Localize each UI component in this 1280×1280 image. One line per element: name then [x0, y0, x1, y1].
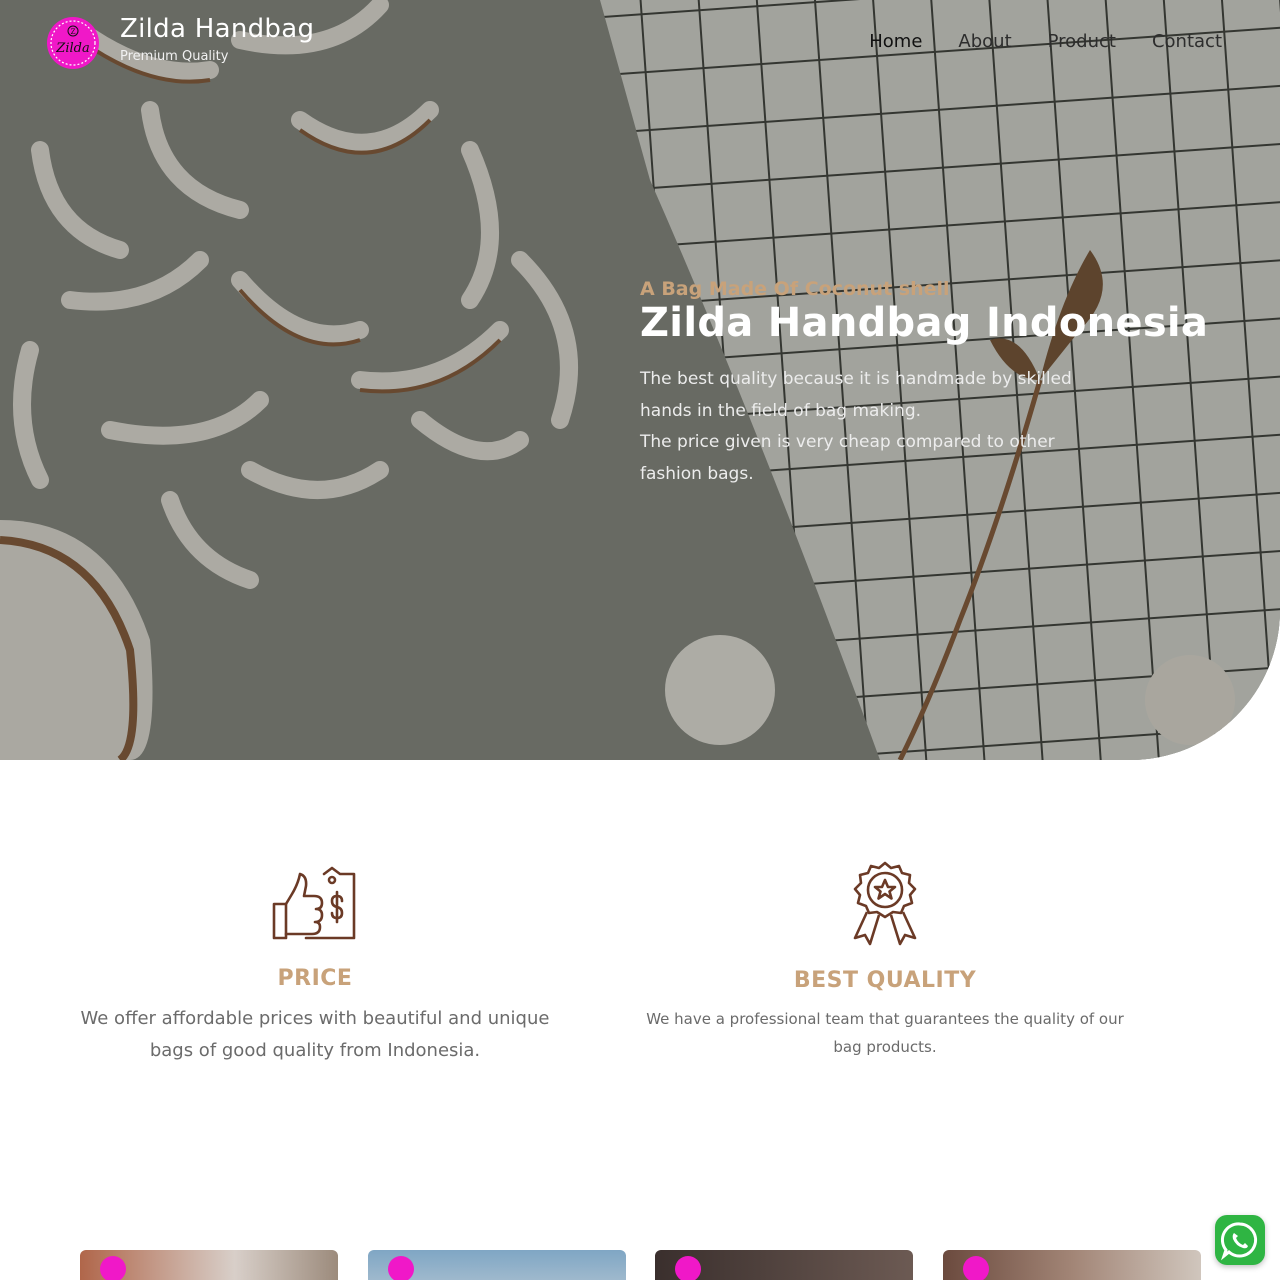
award-badge-icon	[853, 861, 917, 946]
hero-title: Zilda Handbag Indonesia	[640, 300, 1209, 346]
zilda-logo[interactable]: Z Zilda	[46, 16, 100, 70]
whatsapp-icon	[1220, 1222, 1258, 1261]
product-card[interactable]	[368, 1250, 626, 1280]
zilda-logo	[388, 1256, 414, 1280]
feature-text: We have a professional team that guarant…	[646, 1010, 1124, 1056]
nav-home[interactable]: Home	[869, 31, 922, 52]
svg-text:Z: Z	[71, 28, 76, 36]
feature-price: PRICE We offer affordable prices with be…	[80, 860, 550, 1067]
hero-description-line: The price given is very cheap compared t…	[640, 432, 1055, 484]
nav-contact[interactable]: Contact	[1152, 31, 1222, 52]
hero-kicker: A Bag Made Of Coconut shell	[640, 278, 950, 300]
brand-subtitle: Premium Quality	[120, 49, 229, 64]
feature-title: BEST QUALITY	[793, 968, 977, 993]
feature-title: PRICE	[277, 966, 353, 991]
feature-best-quality: BEST QUALITY We have a professional team…	[640, 860, 1130, 1061]
product-card[interactable]	[943, 1250, 1201, 1280]
svg-text:Zilda: Zilda	[55, 41, 89, 56]
product-card[interactable]	[655, 1250, 913, 1280]
feature-text: We offer affordable prices with beautifu…	[80, 1008, 550, 1061]
hero-description-line: The best quality because it is handmade …	[640, 369, 1072, 421]
product-card[interactable]	[80, 1250, 338, 1280]
nav-about[interactable]: About	[958, 31, 1011, 52]
zilda-logo	[100, 1256, 126, 1280]
zilda-logo	[963, 1256, 989, 1280]
nav-product[interactable]: Product	[1048, 31, 1116, 52]
thumbs-up-price-tag-icon	[272, 866, 356, 940]
whatsapp-chat-button[interactable]	[1215, 1215, 1265, 1265]
brand-title[interactable]: Zilda Handbag	[120, 14, 314, 44]
zilda-logo	[675, 1256, 701, 1280]
hero-description: The best quality because it is handmade …	[640, 364, 1110, 490]
main-nav: Home About Product Contact	[869, 31, 1222, 52]
